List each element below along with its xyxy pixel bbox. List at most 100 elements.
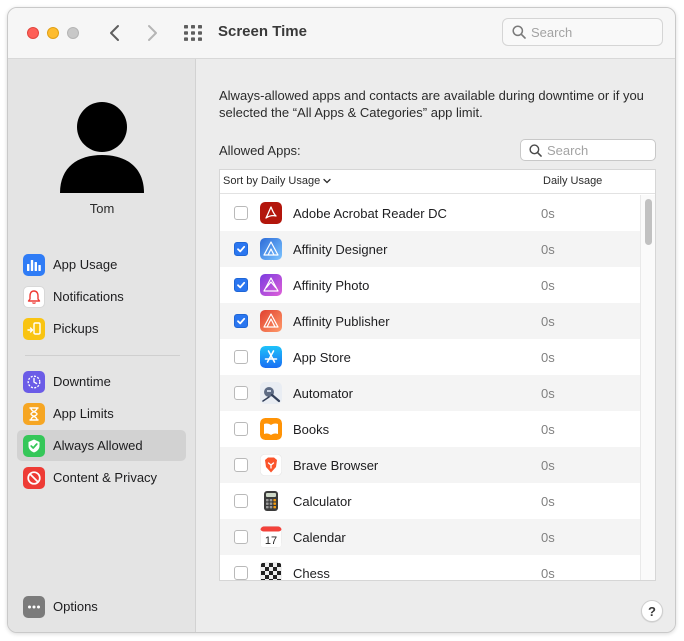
app-usage: 0s: [541, 242, 555, 257]
allow-checkbox[interactable]: [234, 422, 248, 436]
description-text: Always-allowed apps and contacts are ava…: [219, 88, 644, 120]
hourglass-icon: [23, 402, 45, 425]
allow-checkbox[interactable]: [234, 314, 248, 328]
app-usage: 0s: [541, 314, 555, 329]
sort-by-button[interactable]: Sort by Daily Usage: [223, 175, 331, 187]
sidebar-item-always-allowed[interactable]: Always Allowed: [17, 430, 186, 461]
app-store-icon: [260, 346, 282, 368]
help-button[interactable]: ?: [641, 600, 663, 622]
apps-search-input[interactable]: [547, 142, 651, 158]
allow-checkbox[interactable]: [234, 206, 248, 220]
app-usage: 0s: [541, 494, 555, 509]
daily-usage-column-header[interactable]: Daily Usage: [543, 175, 602, 187]
app-name: Calendar: [293, 530, 346, 545]
sidebar-item-app-limits[interactable]: App Limits: [17, 398, 186, 429]
toolbar-search-input[interactable]: [531, 23, 656, 42]
bar-chart-icon: [23, 253, 45, 276]
sidebar: Tom App Usage Notifications Pickups Down…: [8, 59, 196, 632]
table-row[interactable]: Affinity Photo 0s: [220, 267, 641, 303]
allow-checkbox[interactable]: [234, 530, 248, 544]
close-window-button[interactable]: [27, 27, 39, 39]
app-name: Affinity Photo: [293, 278, 370, 293]
window-title: Screen Time: [218, 23, 307, 40]
allow-checkbox[interactable]: [234, 350, 248, 364]
app-name: Chess: [293, 566, 330, 581]
main-pane: Always-allowed apps and contacts are ava…: [197, 59, 675, 632]
sidebar-item-downtime[interactable]: Downtime: [17, 366, 186, 397]
allow-checkbox[interactable]: [234, 242, 248, 256]
list-scrollbar[interactable]: [640, 195, 655, 580]
calendar-icon: 17: [260, 526, 282, 548]
chess-icon: [260, 562, 282, 580]
sidebar-item-pickups[interactable]: Pickups: [17, 313, 186, 344]
search-icon: [529, 144, 542, 157]
sidebar-item-label: Always Allowed: [53, 438, 143, 453]
app-name: Automator: [293, 386, 353, 401]
app-name: Adobe Acrobat Reader DC: [293, 206, 447, 221]
apps-search-field[interactable]: [520, 139, 656, 161]
table-row[interactable]: Adobe Acrobat Reader DC 0s: [220, 195, 641, 231]
table-row[interactable]: Affinity Publisher 0s: [220, 303, 641, 339]
allowed-apps-label: Allowed Apps:: [219, 143, 301, 158]
app-usage: 0s: [541, 566, 555, 581]
apps-list: Adobe Acrobat Reader DC 0s Affinity Desi…: [220, 195, 641, 581]
sidebar-item-app-usage[interactable]: App Usage: [17, 249, 186, 280]
sidebar-item-content-privacy[interactable]: Content & Privacy: [17, 462, 186, 493]
sidebar-item-label: Options: [53, 599, 98, 614]
table-row[interactable]: App Store 0s: [220, 339, 641, 375]
calculator-icon: [260, 490, 282, 512]
zoom-window-button[interactable]: [67, 27, 79, 39]
sidebar-item-label: Pickups: [53, 321, 99, 336]
table-row[interactable]: Affinity Designer 0s: [220, 231, 641, 267]
books-icon: [260, 418, 282, 440]
user-name: Tom: [89, 201, 115, 216]
sidebar-item-notifications[interactable]: Notifications: [17, 281, 186, 312]
no-entry-icon: [23, 466, 45, 489]
app-usage: 0s: [541, 422, 555, 437]
scrollbar-thumb[interactable]: [645, 199, 652, 245]
back-chevron-icon[interactable]: [104, 20, 126, 46]
toolbar-search-field[interactable]: [502, 18, 663, 46]
table-row[interactable]: Calculator 0s: [220, 483, 641, 519]
sidebar-item-options[interactable]: Options: [17, 591, 186, 622]
phone-pickup-icon: [23, 317, 45, 340]
checkmark-icon: [237, 245, 246, 253]
table-header: Sort by Daily Usage Daily Usage: [220, 170, 655, 194]
calendar-day-text: 17: [265, 535, 277, 547]
allow-checkbox[interactable]: [234, 566, 248, 580]
table-row[interactable]: Chess 0s: [220, 555, 641, 581]
sort-label: Sort by Daily Usage: [223, 175, 321, 187]
search-icon: [512, 25, 526, 39]
allow-checkbox[interactable]: [234, 458, 248, 472]
allow-checkbox[interactable]: [234, 494, 248, 508]
forward-chevron-icon[interactable]: [141, 20, 163, 46]
app-name: Brave Browser: [293, 458, 379, 473]
affinity-designer-icon: [260, 238, 282, 260]
checkmark-shield-icon: [23, 434, 45, 457]
allow-checkbox[interactable]: [234, 386, 248, 400]
app-name: Books: [293, 422, 330, 437]
sidebar-item-label: App Usage: [53, 257, 118, 272]
app-name: Calculator: [293, 494, 352, 509]
screen-time-window: Screen Time Tom App Usage Notificati: [7, 7, 676, 633]
moon-clock-icon: [23, 370, 45, 393]
table-row[interactable]: Automator 0s: [220, 375, 641, 411]
user-avatar-icon: [60, 102, 144, 193]
checkmark-icon: [237, 317, 246, 325]
minimize-window-button[interactable]: [47, 27, 59, 39]
sidebar-item-label: Content & Privacy: [53, 470, 158, 485]
app-usage: 0s: [541, 458, 555, 473]
table-row[interactable]: Brave Browser 0s: [220, 447, 641, 483]
show-all-grid-icon[interactable]: [184, 25, 202, 41]
checkmark-icon: [237, 281, 246, 289]
table-row[interactable]: 17 Calendar 0s: [220, 519, 641, 555]
affinity-publisher-icon: [260, 310, 282, 332]
sidebar-item-label: Notifications: [53, 289, 124, 304]
sidebar-item-label: Downtime: [53, 374, 111, 389]
allow-checkbox[interactable]: [234, 278, 248, 292]
app-name: App Store: [293, 350, 351, 365]
table-row[interactable]: Books 0s: [220, 411, 641, 447]
affinity-photo-icon: [260, 274, 282, 296]
sidebar-item-label: App Limits: [53, 406, 114, 421]
app-name: Affinity Publisher: [293, 314, 390, 329]
